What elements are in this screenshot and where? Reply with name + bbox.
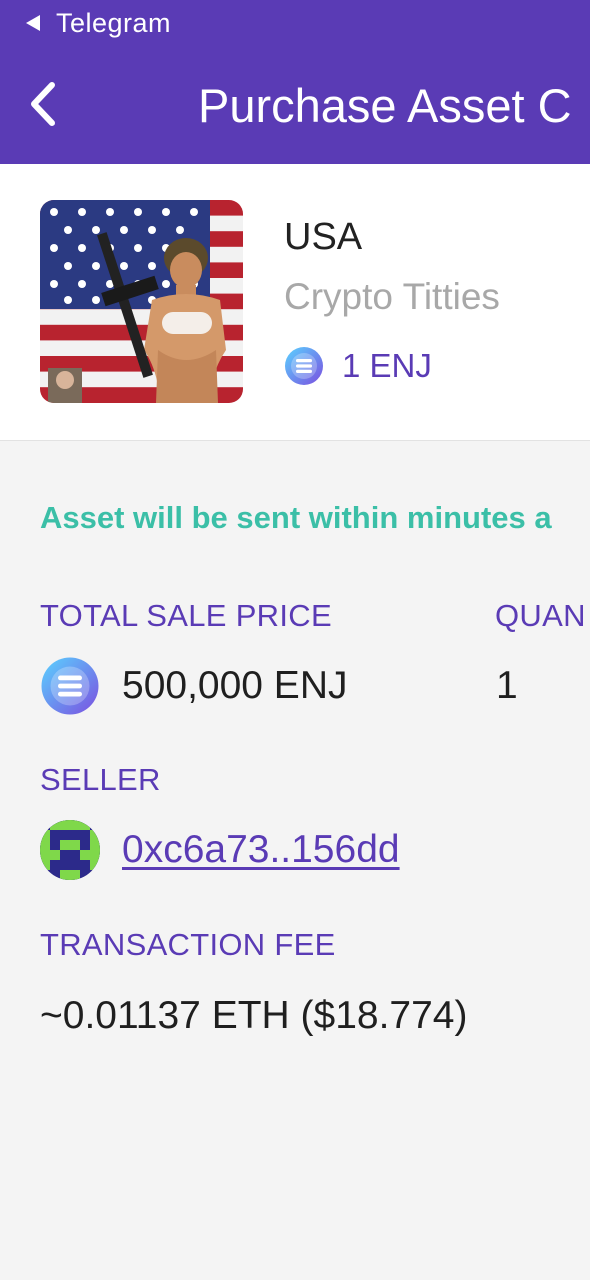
transaction-fee-value: ~0.01137 ETH ($18.774) bbox=[40, 994, 468, 1037]
identicon-avatar bbox=[40, 820, 100, 880]
return-app-label: Telegram bbox=[56, 7, 172, 38]
asset-name: USA bbox=[284, 216, 363, 258]
asset-price: 1 ENJ bbox=[284, 344, 432, 388]
seller-address-link[interactable]: 0xc6a73..156dd bbox=[122, 828, 400, 872]
total-sale-price-label: TOTAL SALE PRICE bbox=[40, 598, 332, 633]
quantity-label: QUAN bbox=[495, 598, 586, 633]
enjin-coin-icon bbox=[285, 347, 323, 385]
total-sale-price-value: 500,000 ENJ bbox=[122, 664, 348, 707]
asset-price-text: 1 ENJ bbox=[342, 347, 432, 384]
purchase-asset-screen: Telegram Purchase Asset C USA Crypto Tit… bbox=[0, 0, 590, 1280]
chevron-left-icon bbox=[31, 82, 55, 126]
enjin-coin-icon bbox=[41, 657, 99, 715]
page-title: Purchase Asset C bbox=[198, 79, 572, 132]
asset-summary-card: USA Crypto Titties 1 ENJ bbox=[0, 164, 590, 441]
seller-row: 0xc6a73..156dd bbox=[40, 819, 400, 881]
asset-artwork-image bbox=[40, 200, 243, 403]
back-triangle-icon bbox=[26, 15, 40, 31]
asset-collection: Crypto Titties bbox=[284, 276, 500, 317]
delivery-notice: Asset will be sent within minutes a bbox=[40, 500, 552, 535]
transaction-fee-label: TRANSACTION FEE bbox=[40, 927, 336, 962]
quantity-value: 1 bbox=[496, 664, 518, 707]
total-sale-price: 500,000 ENJ bbox=[40, 655, 348, 717]
seller-label: SELLER bbox=[40, 762, 161, 797]
return-to-telegram[interactable]: Telegram bbox=[26, 6, 171, 40]
back-button[interactable] bbox=[14, 74, 74, 134]
app-header: Telegram Purchase Asset C bbox=[0, 0, 590, 164]
